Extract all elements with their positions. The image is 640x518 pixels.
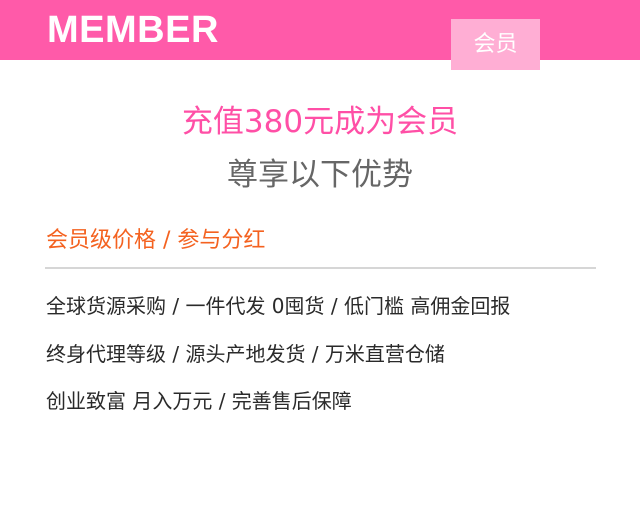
header-title: MEMBER xyxy=(47,9,219,51)
benefit-line: 创业致富 月入万元 / 完善售后保障 xyxy=(46,389,352,413)
member-badge: 会员 xyxy=(451,19,540,70)
headline: 充值380元成为会员 xyxy=(181,104,459,140)
section-title: 会员级价格 / 参与分红 xyxy=(46,228,266,253)
divider xyxy=(45,267,596,269)
subheadline: 尊享以下优势 xyxy=(227,157,413,193)
benefit-line: 终身代理等级 / 源头产地发货 / 万米直营仓储 xyxy=(46,342,445,366)
benefit-line: 全球货源采购 / 一件代发 0囤货 / 低门槛 高佣金回报 xyxy=(46,294,511,318)
header-bar: MEMBER xyxy=(0,0,640,60)
